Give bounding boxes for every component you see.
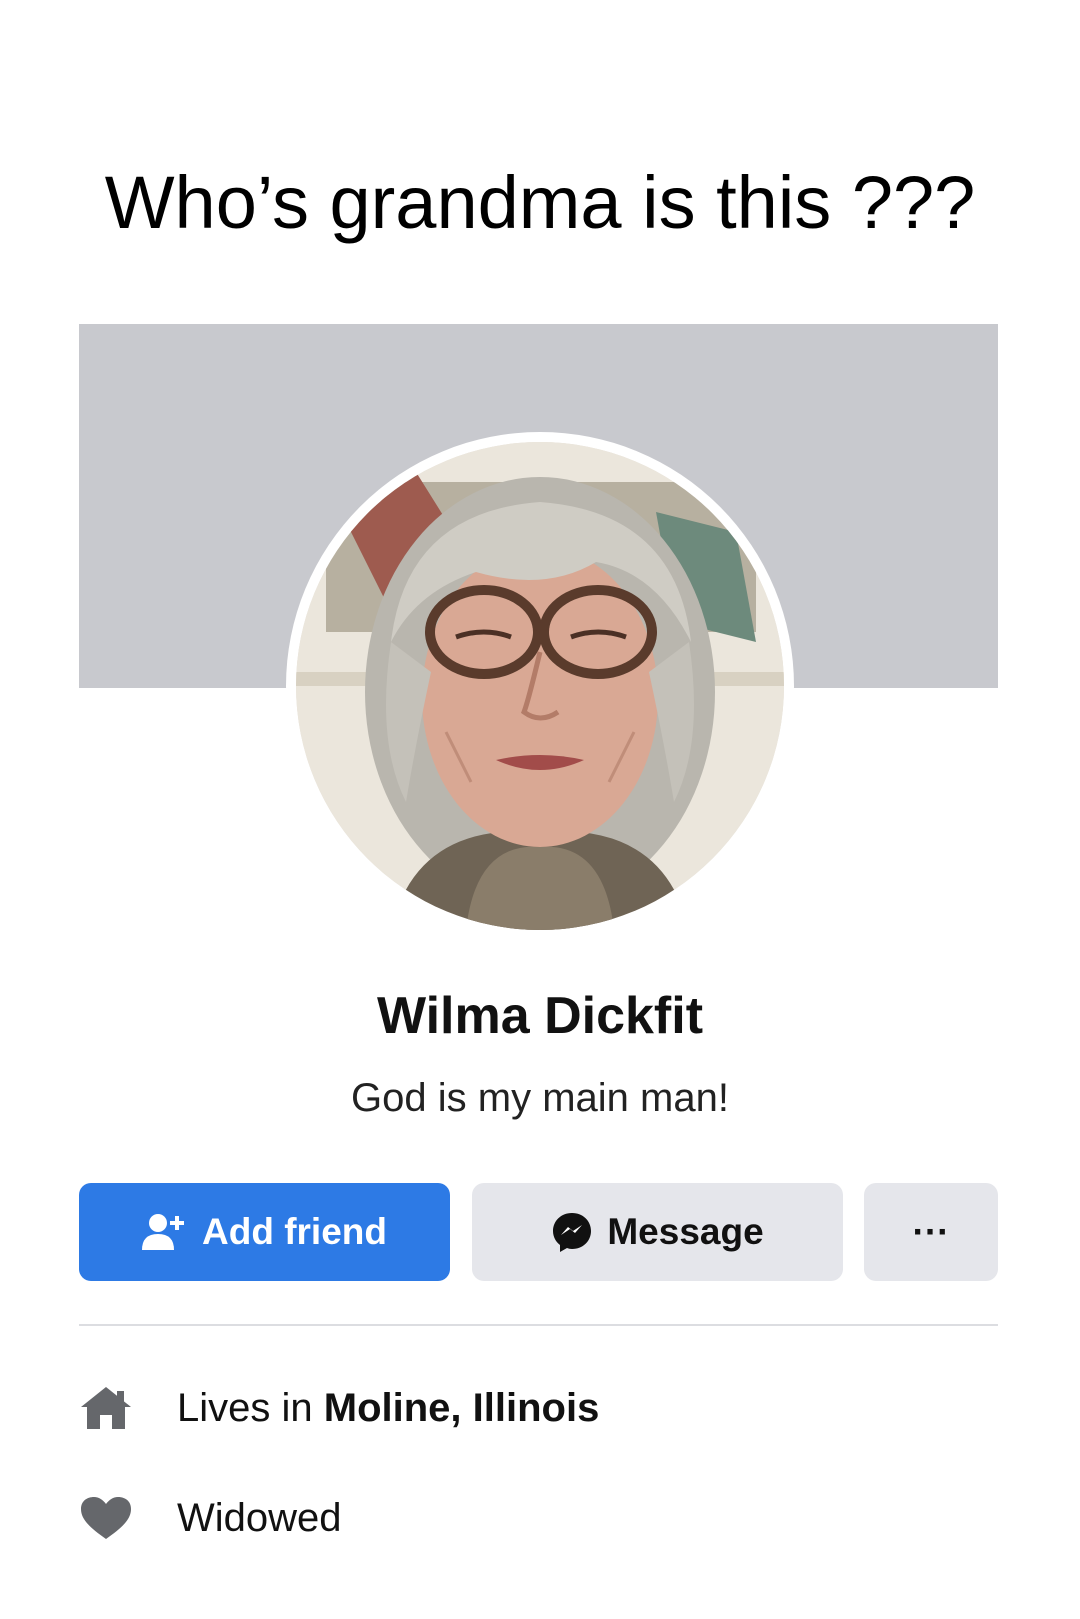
- message-label: Message: [607, 1211, 764, 1252]
- home-icon: [79, 1385, 141, 1431]
- lives-in-text: Lives in Moline, Illinois: [177, 1386, 599, 1431]
- messenger-icon: [551, 1211, 593, 1253]
- profile-picture-frame[interactable]: [286, 432, 794, 940]
- more-options-button[interactable]: ···: [864, 1183, 998, 1281]
- lives-in-prefix: Lives in: [177, 1385, 324, 1430]
- message-button[interactable]: Message: [472, 1183, 843, 1281]
- meme-caption: Who’s grandma is this ???: [104, 161, 976, 244]
- profile-photo-illustration: [296, 442, 784, 930]
- lives-in-place[interactable]: Moline, Illinois: [324, 1386, 600, 1430]
- add-person-icon: [142, 1212, 188, 1252]
- heart-icon: [79, 1495, 141, 1541]
- lives-in-row: Lives in Moline, Illinois: [79, 1378, 998, 1438]
- relationship-row: Widowed: [79, 1488, 998, 1548]
- profile-bio: God is my main man!: [351, 1076, 729, 1120]
- section-divider: [79, 1324, 998, 1326]
- more-options-icon: ···: [912, 1211, 950, 1252]
- profile-picture[interactable]: [296, 442, 784, 930]
- relationship-status: Widowed: [177, 1495, 342, 1540]
- add-friend-label: Add friend: [202, 1211, 387, 1252]
- profile-name: Wilma Dickfit: [376, 987, 704, 1045]
- add-friend-button[interactable]: Add friend: [79, 1183, 450, 1281]
